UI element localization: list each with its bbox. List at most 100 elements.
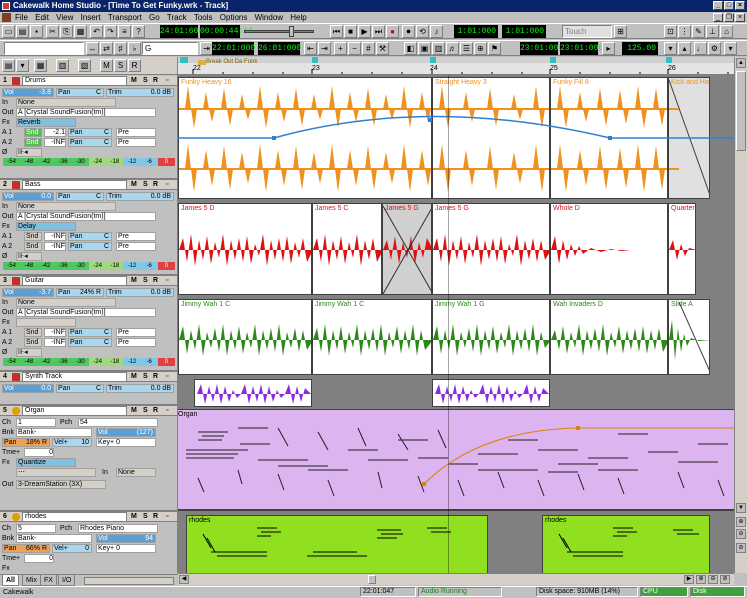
lock-icon[interactable]: ⌂ (720, 25, 733, 38)
output-select[interactable]: A [Crystal SoundFusion(tm)] (16, 308, 156, 317)
zoom-out-horizontal-icon[interactable]: ⊖ (708, 575, 718, 584)
arm-button[interactable]: R (153, 512, 158, 522)
marker-time-b[interactable]: 23:01:000 (560, 42, 603, 55)
undo-icon[interactable]: ↶ (90, 25, 103, 38)
vertical-scrollbar[interactable]: ▲ ▼ ⊕ ⊖ ⊘ (734, 57, 747, 573)
fx-slot[interactable]: Reverb (16, 118, 76, 127)
stop-icon[interactable]: ■ (344, 25, 357, 38)
arm-all-icon[interactable]: R (128, 59, 141, 72)
output-select[interactable]: 3-DreamStation (3X) (16, 480, 106, 489)
solo-button[interactable]: S (143, 512, 148, 522)
markers-view-icon[interactable]: ⚑ (488, 42, 501, 55)
piano-roll-icon[interactable]: ▥ (432, 42, 445, 55)
interleave-toggle[interactable]: ⊪◂ (16, 348, 42, 357)
metronome-icon[interactable]: ♪ (430, 25, 443, 38)
input-select[interactable]: None (16, 298, 116, 307)
key-select[interactable]: G (142, 42, 198, 55)
punch-icon[interactable]: ⊞ (614, 25, 627, 38)
send-1-pre[interactable]: Pre (116, 328, 156, 337)
send-1-pre[interactable]: Pre (116, 128, 156, 137)
patch-select[interactable]: 54 (78, 418, 158, 427)
scroll-down-arrow-icon[interactable]: ▼ (736, 503, 746, 513)
close-button[interactable]: × (735, 1, 745, 10)
marker-pin[interactable] (666, 57, 672, 63)
send-1-level[interactable]: -INF (44, 232, 66, 241)
track-name-field[interactable]: Drums (22, 76, 127, 86)
app-icon[interactable] (2, 2, 10, 10)
step-record-icon[interactable]: ⏺ (402, 25, 415, 38)
pan-slider[interactable]: Pan C (56, 384, 104, 393)
volume-slider[interactable]: Vol 94 (96, 534, 156, 543)
arrow-icon[interactable]: ↔ (86, 42, 99, 55)
staff-icon[interactable]: ♬ (446, 42, 459, 55)
audio-clip[interactable]: James 5 C (312, 203, 382, 295)
send-2-level[interactable]: -INF (44, 138, 66, 147)
marker-pin[interactable] (430, 57, 436, 63)
send-2-level[interactable]: -INF (44, 338, 66, 347)
solo-button[interactable]: S (143, 180, 148, 190)
arm-button[interactable]: R (153, 180, 158, 190)
menu-view[interactable]: View (56, 12, 73, 23)
time-lcd[interactable]: 24:01:608 (160, 25, 203, 38)
track-menu-icon[interactable]: ▫ (166, 512, 168, 522)
automation-mode-select[interactable]: Touch (562, 25, 612, 38)
cut-icon[interactable]: ✂ (46, 25, 59, 38)
horizontal-scrollbar[interactable]: ◀ ▶ ⊕ ⊖ ⊘ (178, 573, 734, 585)
play-icon[interactable]: ▶ (358, 25, 371, 38)
key-offset[interactable]: Key+ 0 (96, 438, 156, 447)
maximize-button[interactable]: □ (724, 1, 734, 10)
zoom-in-vertical-icon[interactable]: ⊕ (736, 517, 746, 527)
insert-track-icon[interactable]: ▤ (2, 59, 15, 72)
phase-icon[interactable]: Ø (2, 348, 14, 357)
tab-all[interactable]: All (2, 575, 19, 586)
send-1-pan[interactable]: Pan C (68, 328, 112, 337)
time-offset[interactable]: 0 (24, 554, 54, 563)
marker-time-a[interactable]: 23:01:000 (520, 42, 563, 55)
volume-envelope[interactable] (178, 75, 734, 201)
horizontal-scroll-thumb[interactable] (368, 575, 376, 584)
tab-mix[interactable]: Mix (22, 575, 41, 586)
input-select[interactable]: None (16, 98, 116, 107)
sel-start-icon[interactable]: ⇤ (304, 42, 317, 55)
solo-all-icon[interactable]: S (114, 59, 127, 72)
loop-icon[interactable]: ⟲ (416, 25, 429, 38)
loop-start-marker[interactable] (180, 57, 188, 63)
help-icon[interactable]: ? (132, 25, 145, 38)
interleave-toggle[interactable]: ⊪◂ (16, 252, 42, 261)
interleave-toggle[interactable]: ⊪◂ (16, 148, 42, 157)
audio-clip[interactable] (432, 379, 550, 407)
menu-insert[interactable]: Insert (81, 12, 101, 23)
menu-edit[interactable]: Edit (35, 12, 49, 23)
key-offset[interactable]: Key+ 0 (96, 544, 156, 553)
redo-icon[interactable]: ↷ (104, 25, 117, 38)
marker-pin[interactable] (312, 57, 318, 63)
loop-explorer-icon[interactable]: ⊕ (474, 42, 487, 55)
thru-time[interactable]: 26:01:000 (258, 42, 301, 55)
send-2-pre[interactable]: Pre (116, 138, 156, 147)
send-2-enable[interactable]: Snd (24, 338, 42, 347)
midi-clip[interactable]: rhodes (542, 515, 710, 573)
audio-clip[interactable]: Wah Invaders D (550, 299, 668, 375)
meter-key-icon[interactable]: ⚙ (708, 42, 721, 55)
smpte-lcd[interactable]: 00:00:44:14 (200, 25, 253, 38)
mute-button[interactable]: M (131, 512, 137, 522)
audio-clip[interactable] (194, 379, 312, 407)
scroll-left-arrow-icon[interactable]: ◀ (179, 575, 189, 584)
send-2-pan[interactable]: Pan C (68, 338, 112, 347)
zoom-in-icon[interactable]: + (334, 42, 347, 55)
mixer-icon[interactable]: ⋮ (678, 25, 691, 38)
midi-clip[interactable]: rhodes (186, 515, 488, 573)
arm-button[interactable]: R (153, 76, 158, 86)
output-select[interactable]: A [Crystal SoundFusion(tm)] (16, 108, 156, 117)
arrow-icon-2[interactable]: ⇄ (100, 42, 113, 55)
history-icon[interactable]: ≡ (118, 25, 131, 38)
audio-clip[interactable]: Quarter G (668, 203, 696, 295)
position-slider[interactable] (244, 26, 314, 37)
send-2-pre[interactable]: Pre (116, 242, 156, 251)
mute-button[interactable]: M (131, 406, 137, 416)
mute-all-icon[interactable]: M (100, 59, 113, 72)
tab-fx[interactable]: FX (40, 575, 57, 586)
track-select[interactable] (4, 42, 84, 55)
record-icon[interactable]: ● (386, 25, 399, 38)
meter-settings-icon[interactable]: ▾ (724, 42, 737, 55)
